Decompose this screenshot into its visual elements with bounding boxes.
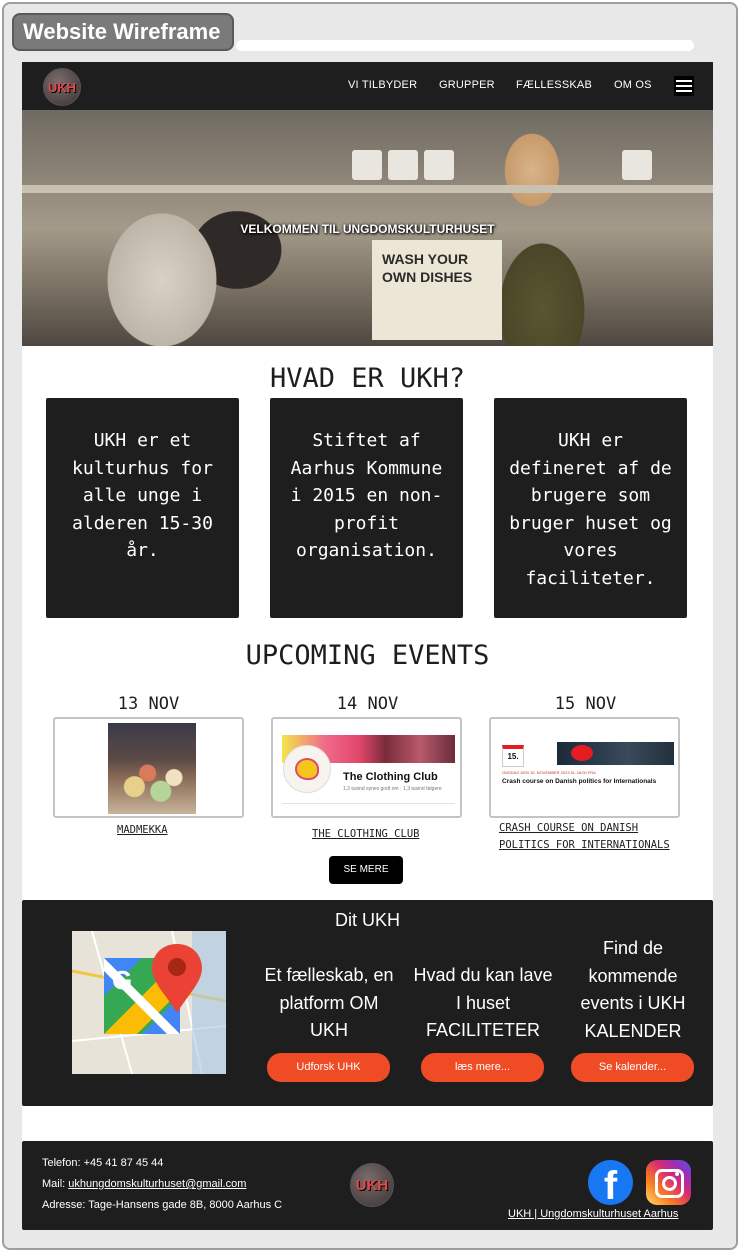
hero-title: VELKOMMEN TIL UNGDOMSKULTURHUSET — [240, 222, 495, 236]
footer-mail-link[interactable]: ukhungdomskulturhuset@gmail.com — [68, 1178, 246, 1190]
dit-ukh-col-text: Hvad du kan lave I huset FACILITETER — [413, 965, 553, 1040]
dit-ukh-col-text: Find de kommende events i UKH KALENDER — [580, 938, 686, 1041]
dit-ukh-col-text: Et fælleskab, en platform OM UKH — [264, 965, 394, 1040]
event-date: 14 NOV — [336, 694, 399, 714]
about-box: Stiftet af Aarhus Kommune i 2015 en non-… — [270, 398, 463, 618]
club-card-sub: 1,3 tusind synes godt om · 1,3 tusind fø… — [343, 786, 442, 792]
club-card-title: The Clothing Club — [343, 771, 438, 783]
event-link-madmekka[interactable]: MADMEKKA — [117, 822, 168, 839]
footer-ukh-logo[interactable]: UKH — [350, 1163, 394, 1207]
event-card-meta: ONSDAG DEN 15. NOVEMBER 2023 KL.18:00 FR… — [502, 770, 596, 775]
hero-image: WASH YOUR OWN DISHES VELKOMMEN TIL UNGDO… — [22, 110, 713, 346]
events-title: UPCOMING EVENTS — [245, 640, 490, 671]
see-more-button[interactable]: SE MERE — [329, 856, 403, 884]
hamburger-menu-icon[interactable] — [674, 76, 694, 96]
logo-text: UKH — [355, 1176, 389, 1194]
nav-link-faellesskab[interactable]: FÆLLESSKAB — [516, 79, 592, 91]
see-calendar-button[interactable]: Se kalender... — [571, 1053, 694, 1082]
footer-mail-label: Mail: — [42, 1178, 69, 1190]
nav-link-vi-tilbyder[interactable]: VI TILBYDER — [348, 79, 417, 91]
event-card-madmekka[interactable] — [53, 717, 244, 818]
about-box: UKH er et kulturhus for alle unge i alde… — [46, 398, 239, 618]
footer-mail: Mail: ukhungdomskulturhuset@gmail.com — [42, 1178, 246, 1190]
event-banner — [557, 742, 674, 765]
wireframe-label: Website Wireframe — [12, 13, 234, 51]
scrollbar[interactable] — [236, 40, 694, 51]
explore-ukh-button[interactable]: Udforsk UHK — [267, 1053, 390, 1082]
svg-text:G: G — [112, 965, 132, 995]
about-box: UKH er defineret af de brugere som bruge… — [494, 398, 687, 618]
footer-address: Adresse: Tage-Hansens gade 8B, 8000 Aarh… — [42, 1199, 283, 1211]
read-more-button[interactable]: læs mere... — [421, 1053, 544, 1082]
instagram-icon[interactable] — [646, 1160, 691, 1205]
cup-decoration — [424, 150, 454, 180]
page: UKH VI TILBYDER GRUPPER FÆLLESSKAB OM OS… — [22, 62, 713, 1230]
footer: Telefon: +45 41 87 45 44 Mail: ukhungdom… — [22, 1141, 713, 1230]
top-nav: UKH VI TILBYDER GRUPPER FÆLLESSKAB OM OS — [22, 62, 713, 110]
event-date: 15 NOV — [554, 694, 617, 714]
event-card-crash-course[interactable]: 15. ONSDAG DEN 15. NOVEMBER 2023 KL.18:0… — [489, 717, 680, 818]
map-graphic: G — [72, 931, 226, 1074]
google-maps-icon[interactable]: G — [72, 931, 226, 1074]
cup-decoration — [388, 150, 418, 180]
event-link-clothing-club[interactable]: THE CLOTHING CLUB — [312, 826, 419, 843]
nav-link-grupper[interactable]: GRUPPER — [439, 79, 495, 91]
event-link-crash-course[interactable]: CRASH COURSE ON DANISH POLITICS FOR INTE… — [499, 820, 679, 853]
calendar-icon: 15. — [502, 745, 524, 767]
wash-dishes-sign: WASH YOUR OWN DISHES — [372, 240, 502, 340]
bird-icon — [295, 758, 319, 780]
event-card-title: Crash course on Danish politics for Inte… — [502, 778, 657, 785]
card-divider — [282, 803, 455, 804]
footer-phone: Telefon: +45 41 87 45 44 — [42, 1157, 164, 1169]
dit-ukh-title: Dit UKH — [334, 910, 400, 930]
logo-text: UKH — [47, 79, 77, 95]
cup-decoration — [622, 150, 652, 180]
club-avatar — [283, 745, 331, 793]
event-card-clothing-club[interactable]: The Clothing Club 1,3 tusind synes godt … — [271, 717, 462, 818]
sign-text: WASH YOUR OWN DISHES — [382, 251, 473, 285]
cup-decoration — [352, 150, 382, 180]
food-photo — [108, 723, 196, 814]
event-date: 13 NOV — [117, 694, 180, 714]
ukh-logo[interactable]: UKH — [43, 68, 81, 106]
facebook-icon[interactable]: f — [588, 1160, 633, 1205]
nav-link-om-os[interactable]: OM OS — [614, 79, 652, 91]
about-title: HVAD ER UKH? — [269, 363, 466, 394]
shelf-decoration — [22, 185, 713, 193]
footer-site-link[interactable]: UKH | Ungdomskulturhuset Aarhus — [508, 1208, 678, 1220]
dit-ukh-section: Dit UKH G Et fælleskab, en platform OM U… — [22, 900, 713, 1106]
